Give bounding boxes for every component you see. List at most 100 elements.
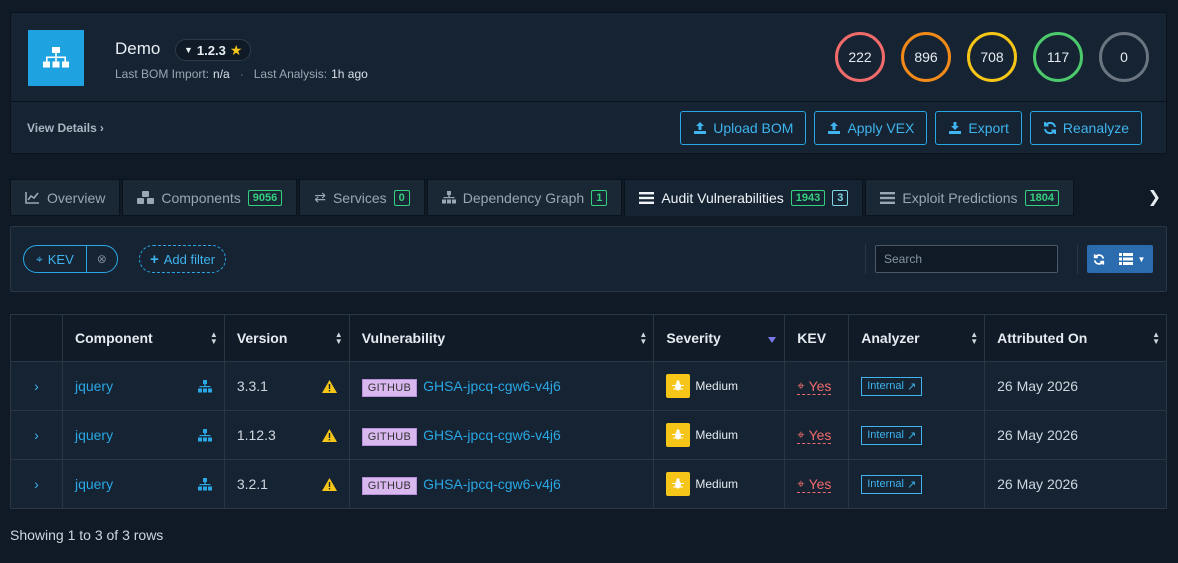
sort-desc-icon [768,337,777,343]
tab-audit-vulnerabilities[interactable]: Audit Vulnerabilities 1943 3 [624,179,864,216]
version-dropdown[interactable]: ▼ 1.2.3 ★ [175,39,252,61]
analyzer-badge[interactable]: Internal ↗ [861,376,923,396]
attributed-on-cell: 26 May 2026 [984,459,1167,509]
tab-scroll-right-icon[interactable]: ❯ [1148,187,1161,207]
kev-indicator[interactable]: ⌖ Yes [797,378,832,395]
version-value: 3.3.1 [236,378,268,394]
reanalyze-label: Reanalyze [1062,120,1129,136]
project-header-card: Demo ▼ 1.2.3 ★ Last BOM Import: n/a · La… [10,12,1167,154]
refresh-button[interactable] [1087,245,1111,273]
sitemap-icon[interactable] [197,379,212,393]
attributed-on-cell: 26 May 2026 [984,410,1167,460]
column-attributed-on[interactable]: Attributed On ▲ ▼ [984,314,1167,362]
tab-services-count: 0 [393,189,410,206]
crosshairs-icon: ⌖ [797,476,805,491]
tab-dependency-graph-count: 1 [591,189,608,206]
column-vulnerability[interactable]: Vulnerability ▲ ▼ [348,314,655,362]
vulnerability-link[interactable]: GHSA-jpcq-cgw6-v4j6 [423,476,561,492]
apply-vex-label: Apply VEX [847,120,915,136]
column-analyzer-label: Analyzer [861,330,920,346]
add-filter-button[interactable]: + Add filter [139,245,227,273]
vulnerability-link[interactable]: GHSA-jpcq-cgw6-v4j6 [423,427,561,443]
column-version[interactable]: Version ▲ ▼ [223,314,350,362]
analyzer-cell: Internal ↗ [848,410,986,460]
component-link[interactable]: jquery [75,378,113,394]
last-bom-import-value: n/a [213,67,230,81]
table-tools-group: ▼ [1087,245,1153,273]
tab-components-label: Components [161,189,241,206]
kev-filter-label: KEV [47,251,74,267]
severity-value: Medium [695,379,739,393]
warning-icon [321,379,337,393]
column-vulnerability-label: Vulnerability [361,330,446,346]
tab-exploit-predictions-label: Exploit Predictions [902,189,1018,206]
table-row[interactable]: › jquery 1.12.3 GITHUB GHSA-jpcq-cgw6-v4j… [10,410,1167,460]
warning-icon [321,428,337,442]
reanalyze-button[interactable]: Reanalyze [1029,111,1142,145]
tab-exploit-predictions[interactable]: Exploit Predictions 1804 [865,179,1075,216]
sitemap-icon[interactable] [197,477,212,491]
table-body: › jquery 3.3.1 GITHUB GHSA-jpcq-cgw6-v4j6… [10,361,1167,509]
search-input[interactable] [875,245,1058,273]
column-component[interactable]: Component ▲ ▼ [61,314,225,362]
upload-bom-button[interactable]: Upload BOM [680,111,807,145]
project-meta: Last BOM Import: n/a · Last Analysis: 1h… [115,67,368,81]
caret-down-icon: ▼ [184,45,193,55]
analyzer-badge[interactable]: Internal ↗ [861,474,923,494]
kev-value: Yes [808,378,832,394]
view-details-label: View Details [27,121,97,135]
component-link[interactable]: jquery [75,476,113,492]
vulnerability-link[interactable]: GHSA-jpcq-cgw6-v4j6 [423,378,561,394]
export-button[interactable]: Export [935,111,1022,145]
kev-filter-toggle[interactable]: ⌖ KEV [24,246,87,272]
toolbar-divider [1077,244,1078,274]
external-link-icon: ↗ [906,429,917,442]
header-divider [11,101,1166,102]
table-row[interactable]: › jquery 3.2.1 GITHUB GHSA-jpcq-cgw6-v4j6… [10,459,1167,509]
component-cell: jquery [61,459,225,509]
sort-icon: ▲ ▼ [1152,330,1160,346]
analyzer-badge[interactable]: Internal ↗ [861,425,923,445]
severity-cell: Medium [653,361,786,411]
component-cell: jquery [61,410,225,460]
version-cell: 3.2.1 [223,459,350,509]
version-value: 1.12.3 [236,427,276,443]
table-row[interactable]: › jquery 3.3.1 GITHUB GHSA-jpcq-cgw6-v4j6… [10,361,1167,411]
tab-overview-label: Overview [47,189,106,206]
crosshairs-icon: ⌖ [36,251,43,266]
kev-indicator[interactable]: ⌖ Yes [797,427,832,444]
risk-high-count: 896 [901,32,951,82]
column-severity[interactable]: Severity [653,314,786,362]
sitemap-icon [441,191,456,204]
column-analyzer[interactable]: Analyzer ▲ ▼ [848,314,986,362]
kev-cell: ⌖ Yes [784,410,850,460]
remove-filter-icon[interactable]: ⊗ [87,252,117,266]
toolbar-divider [865,244,866,274]
header-actions: Upload BOM Apply VEX Export Reanalyze [680,111,1142,145]
tab-dependency-graph[interactable]: Dependency Graph 1 [426,179,623,216]
sort-icon: ▲ ▼ [970,330,979,346]
warning-icon [321,477,337,491]
last-analysis-label: Last Analysis: [253,67,328,81]
vulnerability-cell: GITHUB GHSA-jpcq-cgw6-v4j6 [348,459,655,509]
view-details-link[interactable]: View Details › [27,121,104,135]
sitemap-icon[interactable] [197,428,212,442]
component-link[interactable]: jquery [75,427,113,443]
sort-icon: ▲ ▼ [639,330,648,346]
severity-cell: Medium [653,459,786,509]
severity-value: Medium [695,428,739,442]
apply-vex-button[interactable]: Apply VEX [814,111,928,145]
tab-overview[interactable]: Overview [10,179,121,216]
kev-indicator[interactable]: ⌖ Yes [797,476,832,493]
meta-separator: · [239,67,244,81]
columns-dropdown-button[interactable]: ▼ [1111,245,1153,273]
tab-components[interactable]: Components 9056 [122,179,298,216]
tab-services[interactable]: ⇄ Services 0 [299,179,425,216]
row-expand-icon[interactable]: › [10,361,63,411]
export-label: Export [968,120,1009,136]
severity-cell: Medium [653,410,786,460]
row-expand-icon[interactable]: › [10,459,63,509]
row-expand-icon[interactable]: › [10,410,63,460]
tab-components-count: 9056 [247,189,283,206]
attributed-on-cell: 26 May 2026 [984,361,1167,411]
